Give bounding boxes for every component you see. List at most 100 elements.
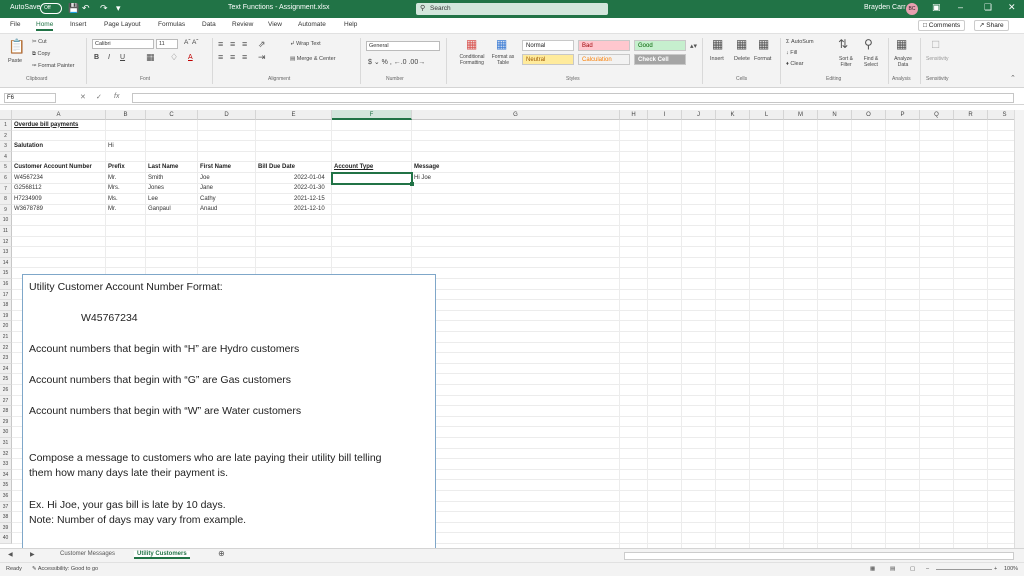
document-title[interactable]: Text Functions - Assignment.xlsx — [228, 4, 330, 11]
merge-center-button[interactable]: ▤ Merge & Center — [290, 56, 336, 62]
row-header[interactable]: 39 — [0, 522, 12, 534]
save-icon[interactable]: 💾 — [68, 3, 79, 14]
header-message[interactable]: Message — [414, 164, 439, 170]
table-cell[interactable]: Hi Joe — [414, 175, 431, 181]
row-header[interactable]: 2 — [0, 130, 12, 142]
sort-filter-icon[interactable]: ⇅ — [838, 37, 848, 51]
prev-sheet-icon[interactable]: ◀ — [8, 551, 13, 558]
number-format-select[interactable]: General — [366, 41, 440, 51]
column-header-s[interactable]: S — [988, 110, 1014, 120]
row-header[interactable]: 28 — [0, 406, 12, 417]
align-bottom-icon[interactable]: ≡ — [242, 39, 247, 49]
table-cell[interactable]: 2022-01-30 — [294, 185, 325, 191]
column-header-f[interactable]: F — [332, 110, 412, 120]
table-cell[interactable]: Joe — [200, 175, 210, 181]
sensitivity-icon[interactable]: □ — [932, 37, 939, 51]
zoom-in-icon[interactable]: + — [994, 566, 997, 572]
row-header[interactable]: 25 — [0, 374, 12, 385]
borders-icon[interactable]: ▦ — [146, 52, 155, 63]
copy-button[interactable]: ⧉ Copy — [32, 51, 50, 58]
sheet-title-cell[interactable]: Overdue bill payments — [14, 122, 78, 128]
row-header[interactable]: 26 — [0, 385, 12, 396]
header-account-number[interactable]: Customer Account Number — [14, 164, 92, 170]
cut-button[interactable]: ✂ Cut — [32, 39, 47, 45]
column-header-g[interactable]: G — [412, 110, 620, 120]
row-header[interactable]: 31 — [0, 438, 12, 449]
style-check-cell[interactable]: Check Cell — [634, 54, 686, 65]
accessibility-status[interactable]: ✎ Accessibility: Good to go — [32, 566, 98, 572]
close-icon[interactable]: ✕ — [1008, 2, 1016, 13]
sheet-tab-utility-customers[interactable]: Utility Customers — [134, 551, 190, 559]
row-header[interactable]: 35 — [0, 480, 12, 491]
row-header[interactable]: 27 — [0, 395, 12, 407]
restore-icon[interactable]: ❏ — [984, 2, 992, 13]
column-header-e[interactable]: E — [256, 110, 332, 120]
format-as-table-button[interactable]: Format as Table — [488, 54, 518, 66]
add-sheet-icon[interactable]: ⊕ — [218, 549, 225, 558]
share-button[interactable]: ↗ Share — [974, 20, 1009, 31]
row-header[interactable]: 36 — [0, 491, 12, 502]
tab-formulas[interactable]: Formulas — [158, 21, 185, 28]
tab-file[interactable]: File — [10, 21, 20, 28]
column-header-l[interactable]: L — [750, 110, 784, 120]
analyze-data-icon[interactable]: ▦ — [896, 37, 907, 51]
table-cell[interactable]: Lee — [148, 196, 158, 202]
instructions-textbox[interactable]: Utility Customer Account Number Format: … — [22, 274, 436, 550]
row-header[interactable]: 7 — [0, 183, 12, 195]
autosave-toggle[interactable]: Off — [40, 3, 62, 14]
column-header-b[interactable]: B — [106, 110, 146, 120]
header-last-name[interactable]: Last Name — [148, 164, 178, 170]
align-middle-icon[interactable]: ≡ — [230, 39, 235, 49]
active-cell-outline[interactable] — [331, 172, 414, 186]
row-header[interactable]: 5 — [0, 162, 12, 173]
header-bill-due-date[interactable]: Bill Due Date — [258, 164, 295, 170]
horizontal-scrollbar[interactable] — [624, 552, 1014, 560]
column-header-c[interactable]: C — [146, 110, 198, 120]
table-cell[interactable]: H7234909 — [14, 196, 42, 202]
table-cell[interactable]: G2568112 — [14, 185, 42, 191]
align-left-icon[interactable]: ≡ — [218, 52, 223, 62]
table-cell[interactable]: Anaud — [200, 206, 217, 212]
salutation-value-cell[interactable]: Hi — [108, 143, 114, 149]
zoom-out-icon[interactable]: – — [926, 566, 929, 572]
row-header[interactable]: 12 — [0, 236, 12, 248]
underline-button[interactable]: U — [120, 54, 125, 61]
column-header-n[interactable]: N — [818, 110, 852, 120]
table-cell[interactable]: Ganpaul — [148, 206, 171, 212]
row-header[interactable]: 20 — [0, 321, 12, 332]
select-all-corner[interactable] — [0, 110, 12, 120]
insert-function-button[interactable]: fx — [114, 93, 119, 100]
find-select-button[interactable]: Find & Select — [858, 56, 884, 68]
format-table-icon[interactable]: ▦ — [496, 37, 507, 51]
header-account-type[interactable]: Account Type — [334, 164, 373, 170]
table-cell[interactable]: 2021-12-10 — [294, 206, 325, 212]
vertical-scrollbar[interactable] — [1014, 110, 1024, 548]
table-cell[interactable]: 2022-01-04 — [294, 175, 325, 181]
page-layout-view-icon[interactable]: ▤ — [890, 566, 895, 572]
row-header[interactable]: 13 — [0, 247, 12, 258]
style-bad[interactable]: Bad — [578, 40, 630, 51]
clear-button[interactable]: ♦ Clear — [786, 61, 804, 67]
collapse-ribbon-icon[interactable]: ⌃ — [1010, 74, 1016, 82]
row-header[interactable]: 21 — [0, 332, 12, 343]
row-header[interactable]: 19 — [0, 310, 12, 322]
row-header[interactable]: 9 — [0, 204, 12, 216]
paste-button[interactable]: Paste — [8, 58, 22, 64]
number-format-buttons[interactable]: $ ⌄ % , ←.0 .00→ — [368, 58, 425, 66]
zoom-slider[interactable] — [936, 569, 992, 570]
tab-page-layout[interactable]: Page Layout — [104, 21, 141, 28]
format-cells-button[interactable]: Format — [754, 56, 771, 62]
row-header[interactable]: 30 — [0, 427, 12, 438]
row-header[interactable]: 23 — [0, 353, 12, 364]
sensitivity-button[interactable]: Sensitivity — [926, 56, 949, 62]
row-header[interactable]: 37 — [0, 501, 12, 513]
autosum-button[interactable]: Σ AutoSum — [786, 39, 814, 45]
column-header-r[interactable]: R — [954, 110, 988, 120]
delete-cells-icon[interactable]: ▦ — [736, 37, 747, 51]
column-header-q[interactable]: Q — [920, 110, 954, 120]
fill-button[interactable]: ↓ Fill — [786, 50, 797, 56]
column-header-p[interactable]: P — [886, 110, 920, 120]
row-header[interactable]: 18 — [0, 300, 12, 311]
row-header[interactable]: 4 — [0, 151, 12, 163]
styles-scroll-icon[interactable]: ▴▾ — [690, 42, 697, 50]
